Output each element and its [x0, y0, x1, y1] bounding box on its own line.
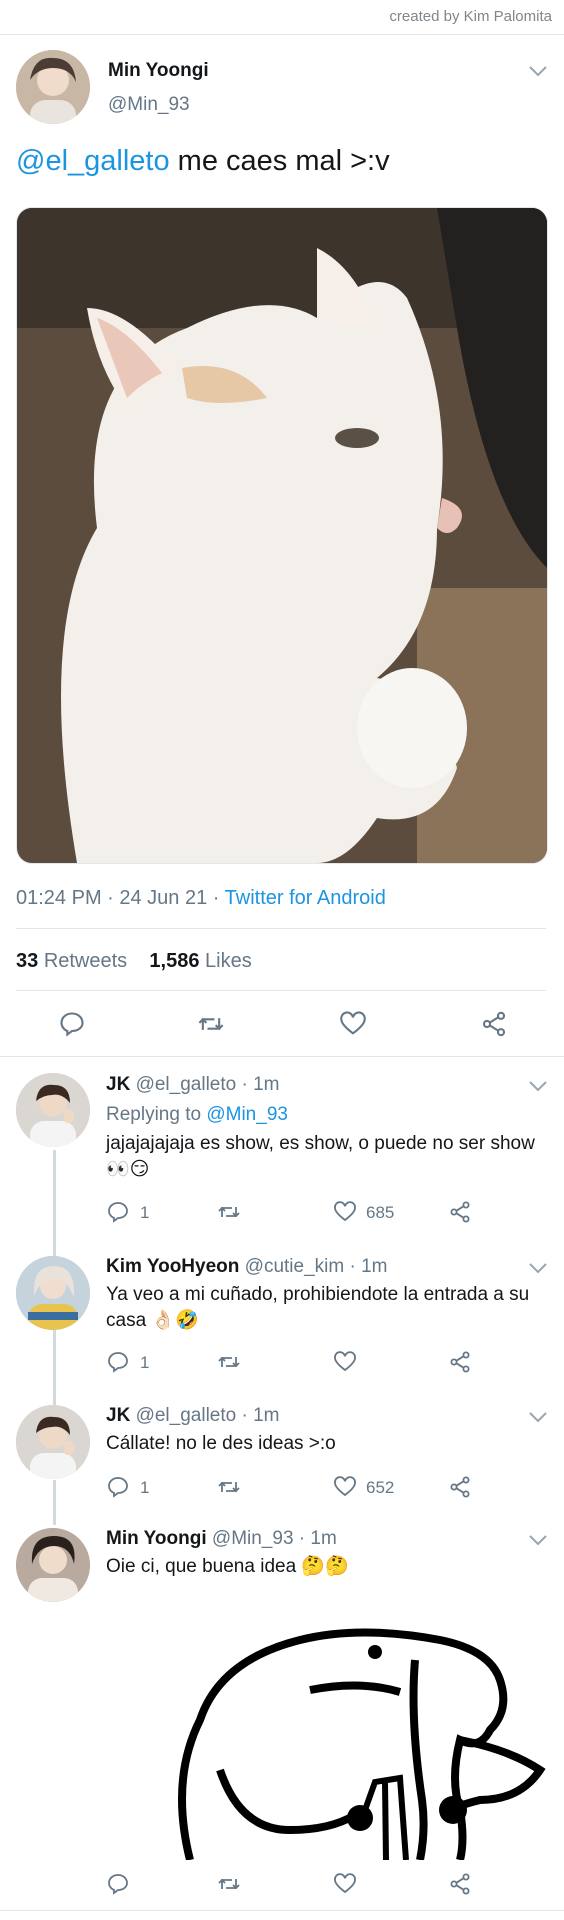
chevron-down-icon[interactable] [528, 1261, 548, 1275]
chevron-down-icon[interactable] [528, 1079, 548, 1093]
reply-name[interactable]: JK [106, 1074, 130, 1095]
reply-name[interactable]: Min Yoongi [106, 1528, 207, 1549]
like-icon[interactable] [332, 1200, 358, 1224]
likes-label[interactable]: Likes [205, 950, 252, 972]
credit-text: created by Kim Palomita [389, 8, 552, 25]
reply-author[interactable]: JK @el_galleto · 1m [106, 1074, 280, 1096]
timestamp-text: 01:24 PM · 24 Jun 21 · [16, 887, 225, 909]
reply-name[interactable]: Kim YooHyeon [106, 1256, 239, 1277]
thread-line [53, 1150, 56, 1258]
meme-image[interactable] [160, 1600, 560, 1860]
share-icon[interactable] [448, 1350, 472, 1374]
reply-text: jajajajajaja es show, es show, o puede n… [106, 1133, 535, 1180]
chevron-down-icon[interactable] [528, 1533, 548, 1547]
reply-avatar[interactable] [16, 1405, 90, 1479]
divider [0, 1056, 564, 1057]
retweets-count[interactable]: 33 [16, 950, 38, 972]
reply-meta: @Min_93 · 1m [211, 1528, 337, 1549]
author-name[interactable]: Min Yoongi [108, 60, 209, 82]
retweet-icon[interactable] [196, 1010, 226, 1038]
like-icon[interactable] [332, 1350, 358, 1374]
reply-count: 1 [140, 1478, 150, 1497]
reply-count: 1 [140, 1203, 150, 1222]
replying-label: Replying to [106, 1104, 207, 1125]
reply-author[interactable]: Min Yoongi @Min_93 · 1m [106, 1528, 337, 1550]
reply-meta: @el_galleto · 1m [135, 1074, 280, 1095]
thread-line [53, 1330, 56, 1405]
reply-author[interactable]: JK @el_galleto · 1m [106, 1405, 280, 1427]
reply-avatar[interactable] [16, 1256, 90, 1330]
chevron-down-icon[interactable] [528, 64, 548, 78]
retweet-icon[interactable] [216, 1475, 242, 1499]
retweets-label[interactable]: Retweets [44, 950, 127, 972]
tweet-photo[interactable] [16, 207, 548, 864]
like-icon[interactable] [332, 1872, 358, 1896]
likes-count[interactable]: 1,586 [149, 950, 199, 972]
divider [16, 990, 546, 991]
reply-icon[interactable] [106, 1200, 130, 1224]
reply-text: Cállate! no le des ideas >:o [106, 1433, 336, 1454]
tweet-timestamp: 01:24 PM · 24 Jun 21 · Twitter for Andro… [16, 887, 386, 910]
reply-meta: @cutie_kim · 1m [244, 1256, 388, 1277]
replying-mention[interactable]: @Min_93 [206, 1104, 288, 1125]
divider [0, 1910, 564, 1911]
like-count: 652 [366, 1478, 395, 1497]
source-link[interactable]: Twitter for Android [225, 887, 386, 909]
divider [0, 34, 564, 35]
share-icon[interactable] [448, 1872, 472, 1896]
reply-author[interactable]: Kim YooHyeon @cutie_kim · 1m [106, 1256, 387, 1278]
author-handle[interactable]: @Min_93 [108, 94, 190, 116]
chevron-down-icon[interactable] [528, 1410, 548, 1424]
reply-icon[interactable] [106, 1475, 130, 1499]
reply-text: Oie ci, que buena idea 🤔🤔 [106, 1556, 349, 1577]
reply-meta: @el_galleto · 1m [135, 1405, 280, 1426]
author-avatar[interactable] [16, 50, 90, 124]
tweet-stats: 33 Retweets 1,586 Likes [16, 950, 252, 973]
retweet-icon[interactable] [216, 1350, 242, 1374]
share-icon[interactable] [448, 1475, 472, 1499]
thread-line [53, 1480, 56, 1525]
tweet-body: me caes mal >:v [169, 145, 390, 177]
like-count: 685 [366, 1203, 395, 1222]
reply-avatar[interactable] [16, 1528, 90, 1602]
reply-icon[interactable] [58, 1010, 86, 1038]
divider [16, 928, 546, 929]
like-icon[interactable] [332, 1475, 358, 1499]
retweet-icon[interactable] [216, 1200, 242, 1224]
reply-name[interactable]: JK [106, 1405, 130, 1426]
reply-count: 1 [140, 1353, 150, 1372]
mention-link[interactable]: @el_galleto [16, 145, 170, 177]
share-icon[interactable] [480, 1010, 508, 1038]
like-icon[interactable] [338, 1010, 368, 1038]
reply-icon[interactable] [106, 1350, 130, 1374]
replying-to: Replying to @Min_93 [106, 1102, 536, 1128]
share-icon[interactable] [448, 1200, 472, 1224]
retweet-icon[interactable] [216, 1872, 242, 1896]
reply-avatar[interactable] [16, 1073, 90, 1147]
tweet-text: @el_galleto me caes mal >:v [16, 145, 390, 178]
reply-text: Ya veo a mi cuñado, prohibiendote la ent… [106, 1284, 530, 1331]
reply-icon[interactable] [106, 1872, 130, 1896]
